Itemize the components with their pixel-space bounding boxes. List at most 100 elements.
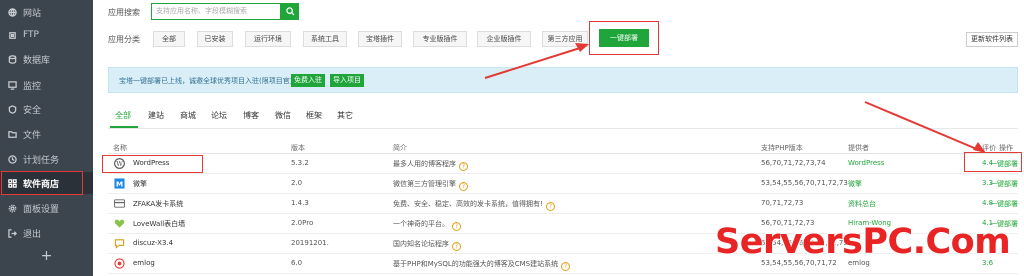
deploy-button[interactable]: 一键部署 [976,199,1018,209]
database-icon [8,54,17,64]
app-description: 基于PHP和MySQL的功能强大的博客及CMS建站系统 [393,260,559,268]
sidebar-item-files[interactable]: 文件 [0,123,93,145]
sidebar: 网站 FTP 数据库 监控 安全 文件 计划任务 软件商店 面板设置 退出 + [0,0,93,276]
sidebar-item-label: 文件 [23,130,42,141]
app-description: 一个神奇的平台。 [393,220,449,228]
folder-icon [8,130,17,139]
app-description: 免费、安全、稳定、高效的发卡系统，值得拥有! [393,200,543,208]
main-panel: 应用搜索 支持应用名称、字段模糊搜索 应用分类 全部 已安装 运行环境 系统工具… [93,0,1024,276]
app-description: 微信第三方管理引擎 [393,180,456,188]
notice-text: 宝塔一键部署已上线，诚邀全球优秀项目入驻(限项目官方) [119,77,300,85]
sidebar-item-logout[interactable]: 退出 [0,222,93,244]
svg-text:M: M [116,179,123,188]
category-pro-plugins[interactable]: 专业版插件 [413,31,467,47]
tab-other[interactable]: 其它 [337,110,353,121]
category-label: 应用分类 [108,35,140,44]
help-icon[interactable]: ? [459,162,468,171]
app-version: 6.0 [291,259,303,267]
sidebar-item-monitor[interactable]: 监控 [0,74,93,96]
watermark-text: ServersPC.Com [715,222,1011,262]
table-row: ZFAKA发卡系统 1.4.3 免费、安全、稳定、高效的发卡系统，值得拥有!? … [108,194,1018,214]
highlight-box-deploy-button [964,152,1022,172]
search-input[interactable]: 支持应用名称、字段模糊搜索 [151,3,281,20]
zfaka-logo-icon [114,199,125,208]
sidebar-item-label: 安全 [23,105,42,116]
app-version: 2.0 [291,179,303,187]
app-name[interactable]: LoveWall表白墙 [133,219,185,229]
sidebar-item-ftp[interactable]: FTP [0,24,93,46]
table-row: W WordPress 5.3.2 最多人用的博客程序? 56,70,71,72… [108,154,1018,174]
app-name[interactable]: ZFAKA发卡系统 [133,199,183,209]
category-runtime[interactable]: 运行环境 [245,31,291,47]
logout-icon [8,228,17,238]
sidebar-item-label: 数据库 [23,55,51,66]
app-php-versions: 56,70,71,72,73,74 [761,159,826,167]
col-header-provider: 提供者 [848,144,869,152]
tab-framework[interactable]: 框架 [306,110,322,121]
sidebar-item-label: FTP [23,30,39,40]
category-all[interactable]: 全部 [153,31,185,47]
app-provider-link[interactable]: WordPress [848,159,884,167]
tab-wechat[interactable]: 微信 [275,110,291,121]
emlog-logo-icon [114,258,125,269]
refresh-list-button[interactable]: 更新软件列表 [966,32,1018,47]
app-description: 最多人用的博客程序 [393,160,456,168]
help-icon[interactable]: ? [561,262,571,271]
we7-logo-icon: M [114,178,125,189]
gear-icon [8,204,17,213]
app-name[interactable]: 微擎 [133,179,147,189]
app-version: 2.0Pro [291,219,314,227]
deploy-button[interactable]: 一键部署 [976,179,1018,189]
category-installed[interactable]: 已安装 [197,31,233,47]
sidebar-item-label: 计划任务 [23,155,60,166]
sidebar-item-security[interactable]: 安全 [0,98,93,120]
app-window: 网站 FTP 数据库 监控 安全 文件 计划任务 软件商店 面板设置 退出 + … [0,0,1024,276]
app-version: 20191201. [291,239,329,247]
app-provider-link[interactable]: 资料总台 [848,199,876,209]
sidebar-item-cron[interactable]: 计划任务 [0,148,93,170]
lovewall-logo-icon [114,219,125,228]
globe-icon [8,7,17,17]
app-provider-link[interactable]: 微擎 [848,179,862,189]
help-icon[interactable]: ? [452,222,461,231]
clock-icon [8,154,17,164]
sidebar-item-label: 监控 [23,81,42,92]
sidebar-item-label: 网站 [23,8,42,19]
tab-divider [108,128,1018,129]
tab-site[interactable]: 建站 [148,110,164,121]
shield-icon [8,104,17,114]
category-enterprise-plugins[interactable]: 企业版插件 [477,31,531,47]
app-description: 国内知名论坛程序 [393,240,449,248]
join-free-button[interactable]: 免费入驻 [291,74,325,87]
help-icon[interactable]: ? [459,182,468,191]
help-icon[interactable]: ? [452,242,461,251]
col-header-name: 名称 [113,144,127,152]
app-php-versions: 70,71,72,73 [761,199,804,207]
sidebar-item-settings[interactable]: 面板设置 [0,197,93,219]
tab-shop[interactable]: 商城 [180,110,196,121]
help-icon[interactable]: ? [545,202,555,211]
search-button[interactable] [281,3,299,20]
highlight-box-wordpress [102,155,203,173]
app-version: 1.4.3 [291,199,309,207]
sidebar-item-label: 面板设置 [23,204,60,215]
app-php-versions: 53,54,55,56,70,71,72,73 [761,179,848,187]
col-header-php: 支持PHP版本 [761,144,803,152]
tab-forum[interactable]: 论坛 [211,110,227,121]
table-row: M 微擎 2.0 微信第三方管理引擎? 53,54,55,56,70,71,72… [108,174,1018,194]
sidebar-item-website[interactable]: 网站 [0,1,93,23]
search-icon [285,7,295,16]
tab-all[interactable]: 全部 [115,110,131,121]
category-system-tools[interactable]: 系统工具 [303,31,347,47]
category-third-party[interactable]: 第三方应用 [542,31,588,47]
app-name[interactable]: emlog [133,259,155,267]
highlight-box-sidebar [1,171,83,195]
add-button[interactable]: + [0,246,93,266]
app-version: 5.3.2 [291,159,309,167]
sidebar-item-database[interactable]: 数据库 [0,48,93,70]
tab-blog[interactable]: 博客 [243,110,259,121]
sidebar-item-label: 退出 [23,229,42,240]
category-bt-plugins[interactable]: 宝塔插件 [358,31,402,47]
import-project-button[interactable]: 导入项目 [330,74,364,87]
app-name[interactable]: discuz-X3.4 [133,239,173,247]
